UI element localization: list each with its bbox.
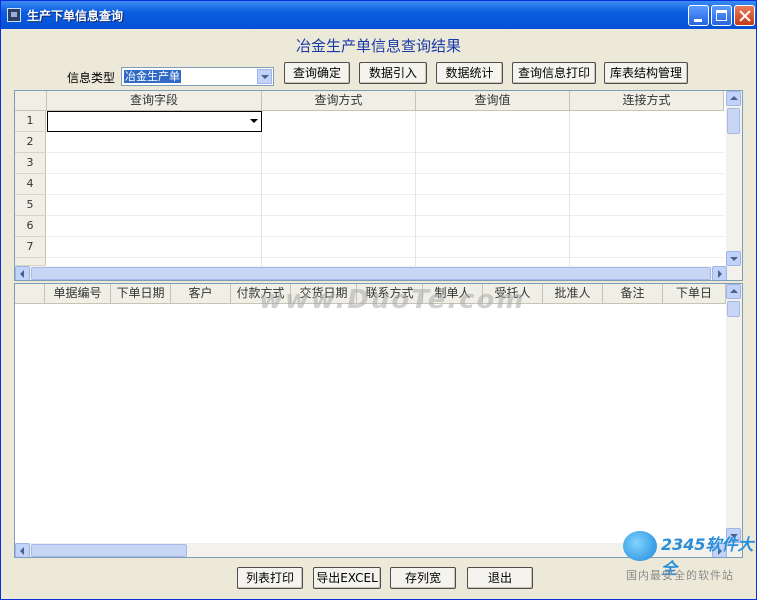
scroll-thumb[interactable] — [31, 544, 187, 557]
row-header — [15, 258, 46, 266]
scroll-up-button[interactable] — [726, 91, 741, 106]
table-structure-button[interactable]: 库表结构管理 — [604, 62, 688, 84]
grid-line — [415, 111, 416, 266]
grid-line — [47, 173, 724, 174]
grid-line — [261, 111, 262, 266]
site-logo: 2345软件大全 国内最安全的软件站 — [623, 527, 755, 587]
query-field-dropdown[interactable] — [47, 111, 262, 132]
watermark: www.DuoTe.com — [259, 285, 526, 315]
chevron-down-icon[interactable] — [250, 119, 258, 123]
column-header[interactable]: 查询方式 — [262, 91, 416, 111]
row-header[interactable]: 5 — [15, 195, 46, 216]
scroll-left-button[interactable] — [15, 543, 30, 557]
row-header[interactable]: 2 — [15, 132, 46, 153]
minimize-button[interactable] — [688, 5, 709, 26]
info-type-value: 冶金生产单 — [124, 70, 181, 83]
app-window: 生产下单信息查询 冶金生产单信息查询结果 信息类型 冶金生产单 查询确定 数据引… — [0, 0, 757, 600]
info-type-select[interactable]: 冶金生产单 — [121, 67, 274, 86]
query-confirm-button[interactable]: 查询确定 — [284, 62, 350, 84]
export-excel-button[interactable]: 导出EXCEL — [313, 567, 381, 589]
column-header[interactable]: 下单日 — [663, 284, 726, 304]
column-header[interactable]: 下单日期 — [111, 284, 171, 304]
row-header[interactable]: 7 — [15, 237, 46, 258]
title-bar[interactable]: 生产下单信息查询 — [1, 1, 756, 29]
column-header[interactable]: 查询值 — [416, 91, 570, 111]
scroll-up-button[interactable] — [726, 284, 741, 299]
row-header[interactable]: 4 — [15, 174, 46, 195]
grid-line — [47, 257, 724, 258]
info-type-label: 信息类型 — [67, 71, 116, 85]
data-stats-button[interactable]: 数据统计 — [436, 62, 503, 84]
grid-line — [569, 111, 570, 266]
column-header[interactable]: 连接方式 — [570, 91, 724, 111]
column-header[interactable]: 批准人 — [543, 284, 603, 304]
grid-line — [47, 236, 724, 237]
grid-line — [47, 152, 724, 153]
column-header[interactable]: 查询字段 — [47, 91, 262, 111]
query-grid[interactable]: 查询字段 查询方式 查询值 连接方式 1 2 3 4 5 6 7 — [14, 90, 743, 281]
scroll-thumb[interactable] — [31, 267, 711, 280]
row-header[interactable]: 6 — [15, 216, 46, 237]
mascot-icon — [623, 531, 657, 561]
close-button[interactable] — [734, 5, 755, 26]
scroll-left-button[interactable] — [15, 266, 30, 280]
maximize-button[interactable] — [711, 5, 732, 26]
vertical-scrollbar[interactable] — [726, 284, 742, 543]
column-header[interactable]: 单据编号 — [45, 284, 111, 304]
corner-header — [15, 91, 47, 111]
chevron-down-icon[interactable] — [257, 69, 272, 84]
query-print-button[interactable]: 查询信息打印 — [512, 62, 596, 84]
horizontal-scrollbar[interactable] — [15, 266, 742, 280]
row-header[interactable]: 1 — [15, 111, 46, 132]
page-title: 冶金生产单信息查询结果 — [295, 37, 461, 55]
app-icon — [7, 8, 21, 22]
scroll-right-button[interactable] — [712, 266, 727, 280]
scroll-down-button[interactable] — [726, 251, 741, 266]
scroll-thumb[interactable] — [727, 108, 740, 134]
save-column-width-button[interactable]: 存列宽 — [390, 567, 456, 589]
grid-line — [47, 215, 724, 216]
column-header[interactable]: 客户 — [171, 284, 231, 304]
exit-button[interactable]: 退出 — [467, 567, 533, 589]
results-grid[interactable]: 单据编号 下单日期 客户 付款方式 交货日期 联系方式 制单人 受托人 批准人 … — [14, 283, 743, 558]
corner-header — [15, 284, 45, 304]
vertical-scrollbar[interactable] — [726, 91, 742, 266]
row-header[interactable]: 3 — [15, 153, 46, 174]
window-title: 生产下单信息查询 — [27, 9, 124, 23]
data-import-button[interactable]: 数据引入 — [359, 62, 427, 84]
scroll-thumb[interactable] — [727, 301, 740, 317]
column-header[interactable]: 备注 — [603, 284, 663, 304]
list-print-button[interactable]: 列表打印 — [237, 567, 303, 589]
grid-line — [47, 194, 724, 195]
logo-subtitle: 国内最安全的软件站 — [626, 569, 734, 582]
